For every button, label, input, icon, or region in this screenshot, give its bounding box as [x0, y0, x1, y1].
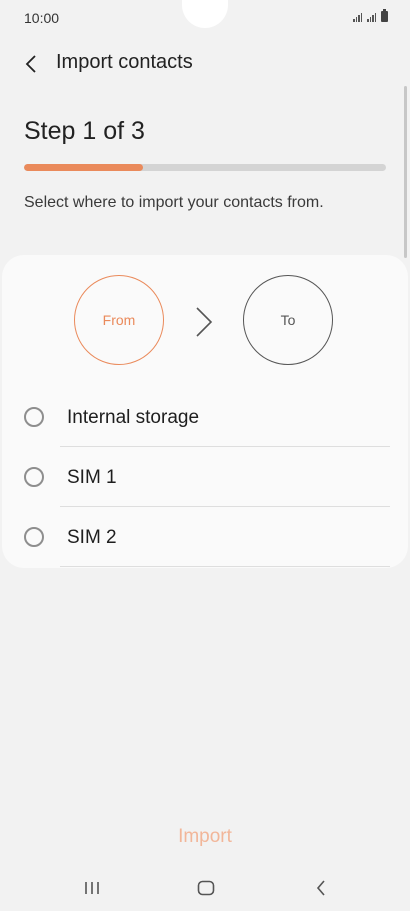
chevron-left-icon	[25, 55, 36, 73]
home-icon	[197, 880, 215, 896]
recents-icon	[85, 882, 99, 894]
home-button[interactable]	[181, 872, 231, 904]
divider	[60, 566, 390, 567]
radio-button[interactable]	[24, 527, 44, 547]
back-button[interactable]	[16, 47, 48, 79]
progress-bar-fill	[24, 164, 144, 171]
from-label: From	[102, 312, 136, 328]
chevron-right-icon	[196, 307, 213, 337]
battery-icon	[381, 9, 388, 22]
scrollbar[interactable]	[404, 86, 407, 258]
nav-back-button[interactable]	[296, 872, 346, 904]
back-icon	[316, 880, 325, 896]
status-bar: 10:00	[0, 0, 410, 34]
source-card: From To Internal storage SIM 1 SIM 2	[2, 255, 408, 568]
signal-icon	[367, 11, 376, 22]
to-label: To	[280, 312, 296, 328]
step-indicator: Step 1 of 3	[24, 117, 145, 145]
option-label: SIM 2	[67, 527, 117, 548]
radio-button[interactable]	[24, 407, 44, 427]
progress-bar	[24, 164, 386, 171]
option-sim-2[interactable]: SIM 2	[2, 507, 408, 567]
option-label: Internal storage	[67, 407, 200, 428]
camera-notch	[182, 0, 228, 28]
instruction-text: Select where to import your contacts fro…	[24, 194, 324, 211]
recents-button[interactable]	[67, 872, 117, 904]
import-button[interactable]: Import	[140, 820, 270, 854]
status-icons	[353, 9, 388, 22]
status-time: 10:00	[24, 10, 60, 26]
to-step-circle: To	[243, 275, 333, 365]
option-sim-1[interactable]: SIM 1	[2, 447, 408, 507]
signal-icon	[353, 11, 362, 22]
navigation-bar	[0, 866, 410, 911]
from-step-circle: From	[74, 275, 164, 365]
option-label: SIM 1	[67, 467, 117, 488]
radio-button[interactable]	[24, 467, 44, 487]
option-internal-storage[interactable]: Internal storage	[2, 387, 408, 447]
app-bar: Import contacts	[0, 40, 410, 86]
page-title: Import contacts	[56, 51, 193, 73]
